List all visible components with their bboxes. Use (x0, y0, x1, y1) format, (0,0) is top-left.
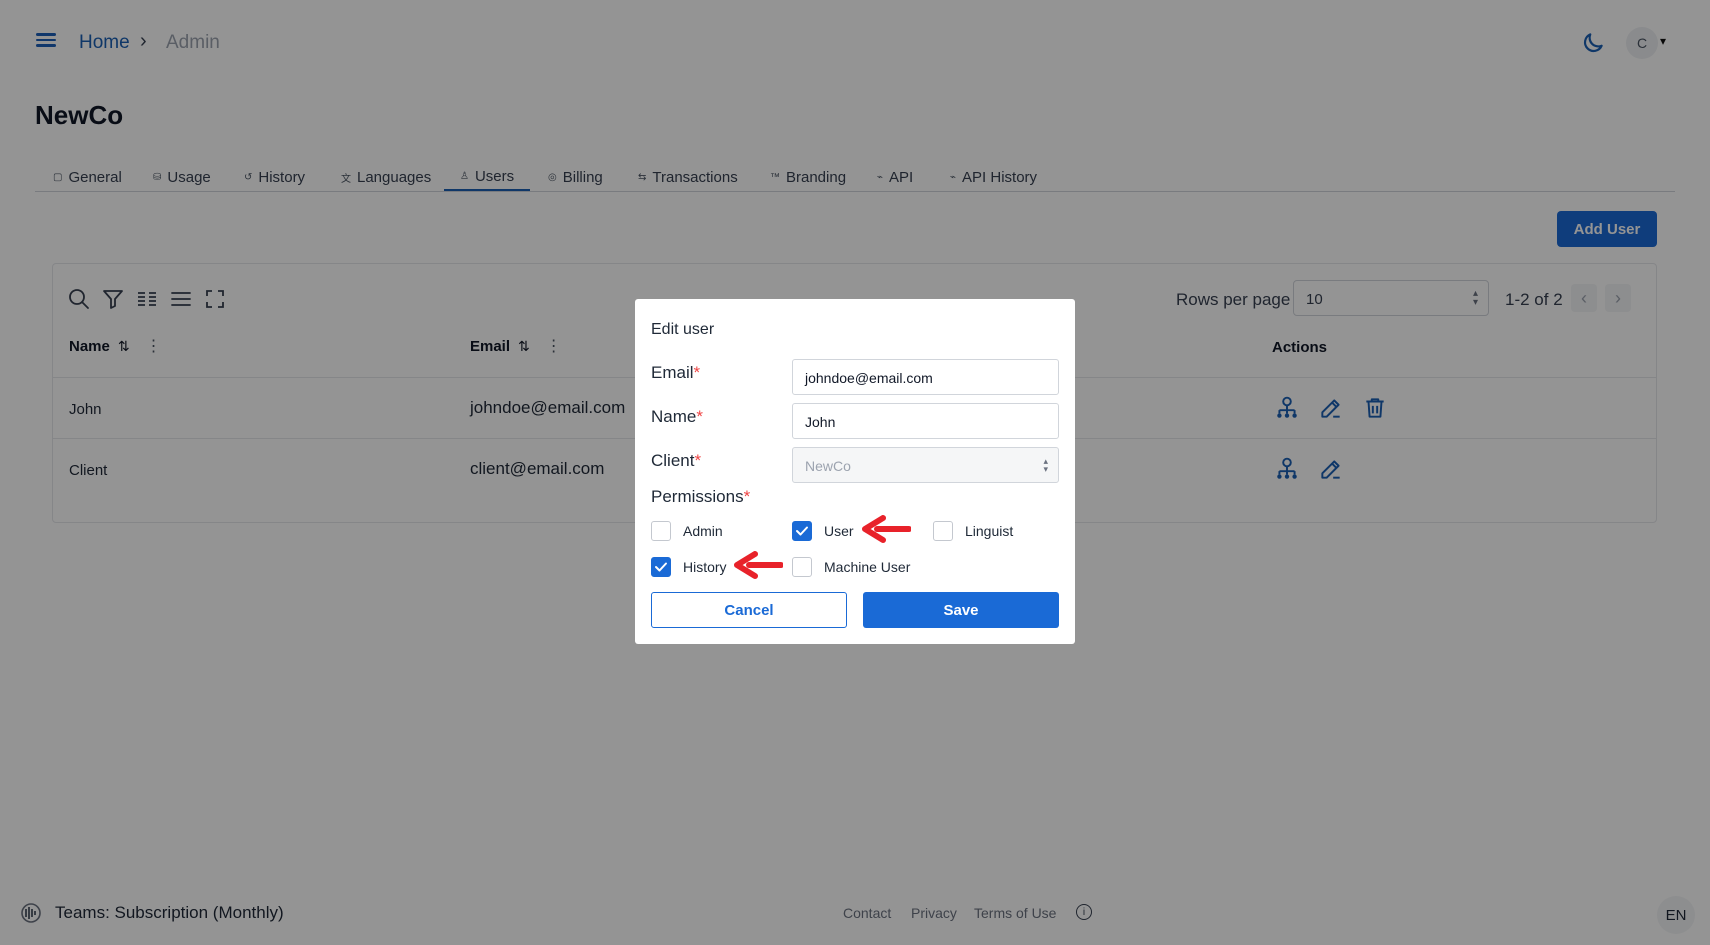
client-label: Client* (651, 451, 701, 471)
permission-linguist-checkbox[interactable] (933, 521, 953, 541)
email-field-value: johndoe@email.com (805, 370, 933, 386)
required-mark: * (696, 407, 703, 426)
dialog-title: Edit user (651, 321, 715, 338)
updown-icon: ▴ ▾ (1043, 456, 1048, 474)
required-mark: * (694, 451, 702, 470)
annotation-arrow-icon (734, 551, 783, 579)
permission-admin-checkbox[interactable] (651, 521, 671, 541)
permissions-label: Permissions* (651, 487, 750, 507)
name-label: Name* (651, 407, 703, 427)
required-mark: * (743, 487, 751, 506)
permission-admin-label: Admin (683, 523, 723, 539)
client-select: NewCo ▴ ▾ (792, 447, 1059, 483)
email-label: Email* (651, 363, 700, 383)
client-select-value: NewCo (805, 458, 851, 474)
client-label-text: Client (651, 451, 695, 470)
permissions-label-text: Permissions (651, 487, 744, 506)
name-label-text: Name (651, 407, 697, 426)
permission-history-checkbox[interactable] (651, 557, 671, 577)
permission-machine-user-checkbox[interactable] (792, 557, 812, 577)
edit-user-dialog: Edit user Email* johndoe@email.com Name*… (635, 299, 1075, 644)
permission-user-label: User (824, 523, 854, 539)
required-mark: * (693, 363, 701, 382)
permission-linguist-label: Linguist (965, 523, 1014, 539)
name-field[interactable]: John (792, 403, 1059, 439)
annotation-arrow-icon (862, 515, 911, 543)
save-button[interactable]: Save (863, 592, 1059, 628)
cancel-button[interactable]: Cancel (651, 592, 847, 628)
email-field[interactable]: johndoe@email.com (792, 359, 1059, 395)
permission-user-checkbox[interactable] (792, 521, 812, 541)
permission-history-label: History (683, 559, 727, 575)
email-label-text: Email (651, 363, 694, 382)
name-field-value: John (805, 414, 836, 430)
permission-machine-user-label: Machine User (824, 559, 911, 575)
